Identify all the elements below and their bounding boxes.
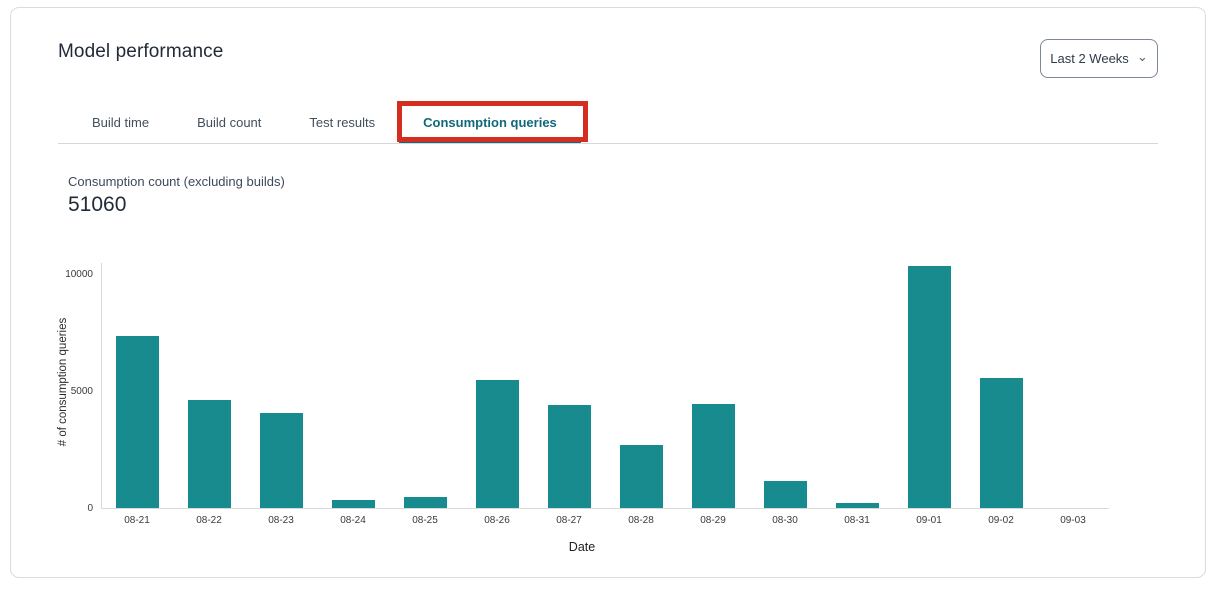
x-tick-label: 09-01 bbox=[893, 515, 965, 526]
model-performance-card: Model performance Last 2 Weeks ⌄ Build t… bbox=[10, 7, 1206, 578]
x-axis-title: Date bbox=[569, 540, 595, 554]
bar-slot bbox=[821, 263, 893, 508]
bar-slot bbox=[174, 263, 246, 508]
bar-slot bbox=[965, 263, 1037, 508]
x-tick-label: 09-02 bbox=[965, 515, 1037, 526]
tab-consumption-queries[interactable]: Consumption queries bbox=[399, 102, 581, 143]
date-range-value: Last 2 Weeks bbox=[1050, 51, 1129, 66]
bar-09-02[interactable] bbox=[980, 378, 1023, 508]
bar-slot bbox=[893, 263, 965, 508]
bar-slot bbox=[102, 263, 174, 508]
plot-area bbox=[101, 263, 1109, 509]
x-tick-label: 08-23 bbox=[245, 515, 317, 526]
bar-08-31[interactable] bbox=[836, 503, 879, 508]
x-tick-label: 08-29 bbox=[677, 515, 749, 526]
x-tick-label: 08-22 bbox=[173, 515, 245, 526]
bar-08-23[interactable] bbox=[260, 413, 303, 508]
x-tick-label: 08-27 bbox=[533, 515, 605, 526]
bar-slot bbox=[1037, 263, 1109, 508]
bar-slot bbox=[749, 263, 821, 508]
bar-08-28[interactable] bbox=[620, 445, 663, 508]
tab-bar: Build time Build count Test results Cons… bbox=[58, 102, 1158, 144]
tab-build-time[interactable]: Build time bbox=[68, 102, 173, 143]
x-axis-labels: 08-2108-2208-2308-2408-2508-2608-2708-28… bbox=[101, 515, 1109, 526]
metric-value: 51060 bbox=[68, 193, 285, 217]
y-tick-label: 10000 bbox=[65, 268, 93, 281]
metric-block: Consumption count (excluding builds) 510… bbox=[68, 174, 285, 217]
x-tick-label: 08-28 bbox=[605, 515, 677, 526]
chevron-down-icon: ⌄ bbox=[1137, 50, 1148, 63]
bar-08-21[interactable] bbox=[116, 336, 159, 508]
bar-08-26[interactable] bbox=[476, 380, 519, 508]
bar-slot bbox=[534, 263, 606, 508]
x-tick-label: 08-24 bbox=[317, 515, 389, 526]
metric-label: Consumption count (excluding builds) bbox=[68, 174, 285, 189]
page-title: Model performance bbox=[58, 41, 223, 63]
x-tick-label: 08-30 bbox=[749, 515, 821, 526]
bar-08-25[interactable] bbox=[404, 497, 447, 508]
x-tick-label: 08-31 bbox=[821, 515, 893, 526]
bar-08-30[interactable] bbox=[764, 481, 807, 508]
bar-08-29[interactable] bbox=[692, 404, 735, 508]
x-tick-label: 09-03 bbox=[1037, 515, 1109, 526]
date-range-dropdown[interactable]: Last 2 Weeks ⌄ bbox=[1040, 39, 1158, 78]
x-tick-label: 08-26 bbox=[461, 515, 533, 526]
bar-slot bbox=[677, 263, 749, 508]
tab-build-count[interactable]: Build count bbox=[173, 102, 285, 143]
y-axis-ticks: 0500010000 bbox=[51, 263, 97, 509]
bar-slot bbox=[318, 263, 390, 508]
bar-slot bbox=[605, 263, 677, 508]
bar-08-27[interactable] bbox=[548, 405, 591, 508]
y-tick-label: 0 bbox=[87, 502, 93, 515]
bar-08-24[interactable] bbox=[332, 500, 375, 508]
bar-slot bbox=[390, 263, 462, 508]
y-tick-label: 5000 bbox=[71, 385, 93, 398]
bar-09-01[interactable] bbox=[908, 266, 951, 508]
bar-slot bbox=[462, 263, 534, 508]
bar-slot bbox=[246, 263, 318, 508]
tab-test-results[interactable]: Test results bbox=[285, 102, 399, 143]
x-tick-label: 08-21 bbox=[101, 515, 173, 526]
bar-08-22[interactable] bbox=[188, 400, 231, 508]
x-tick-label: 08-25 bbox=[389, 515, 461, 526]
